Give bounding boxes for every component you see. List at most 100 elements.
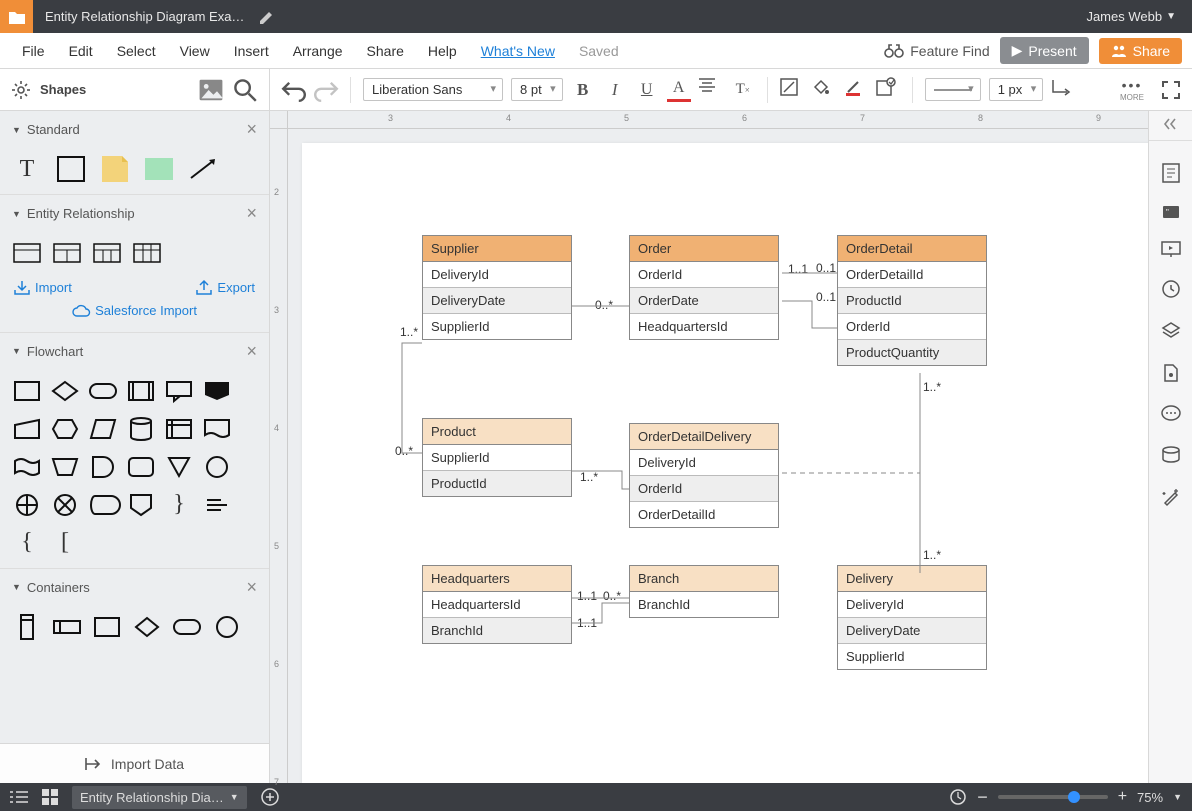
menu-share[interactable]: Share bbox=[355, 35, 416, 67]
fc-offpage2[interactable] bbox=[128, 492, 154, 518]
entity-supplier[interactable]: Supplier DeliveryId DeliveryDate Supplie… bbox=[422, 235, 572, 340]
panel-flowchart[interactable]: ▼Flowchart× bbox=[0, 332, 269, 370]
fc-brace-right[interactable]: } bbox=[166, 492, 192, 518]
bold-icon[interactable]: B bbox=[571, 78, 595, 102]
panel-entity-relationship[interactable]: ▼Entity Relationship× bbox=[0, 194, 269, 232]
canvas-viewport[interactable]: 1..* 0..* 0..* 1..1 0..1 0..1 1..* 1..1 … bbox=[288, 129, 1148, 783]
shape-er-1[interactable] bbox=[14, 240, 40, 266]
fc-circle[interactable] bbox=[204, 454, 230, 480]
comments-panel-icon[interactable]: " bbox=[1162, 205, 1180, 219]
cont-6[interactable] bbox=[214, 614, 240, 640]
entity-branch[interactable]: Branch BranchId bbox=[629, 565, 779, 618]
line-routing-icon[interactable] bbox=[1051, 78, 1075, 102]
shape-er-3[interactable] bbox=[94, 240, 120, 266]
align-icon[interactable] bbox=[699, 78, 723, 102]
import-link[interactable]: Import bbox=[14, 280, 72, 295]
menu-select[interactable]: Select bbox=[105, 35, 168, 67]
shape-text[interactable]: T bbox=[14, 156, 40, 182]
italic-icon[interactable]: I bbox=[603, 78, 627, 102]
present-panel-icon[interactable] bbox=[1161, 241, 1181, 257]
fc-note2[interactable] bbox=[204, 492, 230, 518]
shape-block[interactable] bbox=[146, 156, 172, 182]
layers-panel-icon[interactable] bbox=[1161, 321, 1181, 341]
outline-view-icon[interactable] bbox=[10, 790, 28, 804]
undo-icon[interactable] bbox=[282, 78, 306, 102]
entity-orderdetaildelivery[interactable]: OrderDetailDelivery DeliveryId OrderId O… bbox=[629, 423, 779, 528]
rename-icon[interactable] bbox=[260, 10, 274, 24]
present-button[interactable]: ▶Present bbox=[1000, 37, 1089, 64]
canvas-sheet[interactable]: 1..* 0..* 0..* 1..1 0..1 0..1 1..* 1..1 … bbox=[302, 143, 1148, 783]
close-icon[interactable]: × bbox=[246, 577, 257, 598]
fc-display[interactable] bbox=[90, 492, 116, 518]
fc-callout[interactable] bbox=[166, 378, 192, 404]
panel-containers[interactable]: ▼Containers× bbox=[0, 568, 269, 606]
entity-product[interactable]: Product SupplierId ProductId bbox=[422, 418, 572, 497]
font-size-select[interactable]: 8 pt bbox=[511, 78, 563, 101]
shape-box-icon[interactable] bbox=[780, 78, 804, 102]
chat-panel-icon[interactable] bbox=[1161, 405, 1181, 423]
fc-trapezoid[interactable] bbox=[52, 454, 78, 480]
shape-rect[interactable] bbox=[58, 156, 84, 182]
close-icon[interactable]: × bbox=[246, 119, 257, 140]
export-link[interactable]: Export bbox=[196, 280, 255, 295]
more-menu[interactable]: ••• MORE bbox=[1120, 77, 1144, 102]
fc-parallelogram[interactable] bbox=[90, 416, 116, 442]
zoom-value[interactable]: 75% bbox=[1137, 790, 1163, 805]
fc-brace-left[interactable]: { bbox=[14, 530, 40, 556]
line-color-icon[interactable] bbox=[844, 78, 868, 102]
menu-insert[interactable]: Insert bbox=[222, 35, 281, 67]
line-weight-select[interactable]: 1 px bbox=[989, 78, 1044, 101]
shape-style-icon[interactable] bbox=[876, 78, 900, 102]
menu-edit[interactable]: Edit bbox=[57, 35, 105, 67]
salesforce-import-link[interactable]: Salesforce Import bbox=[72, 303, 197, 318]
share-button[interactable]: Share bbox=[1099, 38, 1182, 64]
notes-panel-icon[interactable] bbox=[1162, 163, 1180, 183]
fc-internal[interactable] bbox=[166, 416, 192, 442]
fill-icon[interactable] bbox=[812, 78, 836, 102]
zoom-in-icon[interactable]: + bbox=[1118, 788, 1127, 806]
feature-find[interactable]: Feature Find bbox=[884, 43, 989, 59]
fc-decision[interactable] bbox=[52, 378, 78, 404]
underline-icon[interactable]: U bbox=[635, 78, 659, 102]
fc-document[interactable] bbox=[204, 416, 230, 442]
zoom-out-icon[interactable]: − bbox=[977, 787, 988, 808]
shape-er-2[interactable] bbox=[54, 240, 80, 266]
fc-triangle[interactable] bbox=[166, 454, 192, 480]
close-icon[interactable]: × bbox=[246, 203, 257, 224]
panel-standard[interactable]: ▼Standard× bbox=[0, 111, 269, 148]
menu-help[interactable]: Help bbox=[416, 35, 469, 67]
gear-icon[interactable] bbox=[12, 81, 30, 99]
cont-4[interactable] bbox=[134, 614, 160, 640]
fc-manual[interactable] bbox=[14, 416, 40, 442]
magic-panel-icon[interactable] bbox=[1161, 487, 1181, 507]
shape-arrow[interactable] bbox=[190, 156, 216, 182]
data-panel-icon[interactable] bbox=[1161, 445, 1181, 465]
close-icon[interactable]: × bbox=[246, 341, 257, 362]
shape-er-4[interactable] bbox=[134, 240, 160, 266]
user-menu[interactable]: James Webb▼ bbox=[1070, 9, 1192, 24]
fc-process[interactable] bbox=[14, 378, 40, 404]
page-tab[interactable]: Entity Relationship Dia…▼ bbox=[72, 786, 247, 809]
canvas-area[interactable]: 3 4 5 6 7 8 9 2 3 4 5 6 7 bbox=[270, 111, 1148, 783]
page-panel-icon[interactable] bbox=[1163, 363, 1179, 383]
search-icon[interactable] bbox=[233, 78, 257, 102]
collapse-rail-icon[interactable] bbox=[1149, 117, 1192, 141]
fc-tape[interactable] bbox=[14, 454, 40, 480]
history-panel-icon[interactable] bbox=[1161, 279, 1181, 299]
shape-note[interactable] bbox=[102, 156, 128, 182]
fc-database[interactable] bbox=[128, 416, 154, 442]
entity-delivery[interactable]: Delivery DeliveryId DeliveryDate Supplie… bbox=[837, 565, 987, 670]
fc-bracket[interactable]: [ bbox=[52, 530, 78, 556]
menu-view[interactable]: View bbox=[168, 35, 222, 67]
cont-2[interactable] bbox=[54, 614, 80, 640]
fc-hex[interactable] bbox=[52, 416, 78, 442]
sync-icon[interactable] bbox=[949, 788, 967, 806]
entity-headquarters[interactable]: Headquarters HeadquartersId BranchId bbox=[422, 565, 572, 644]
entity-order[interactable]: Order OrderId OrderDate HeadquartersId bbox=[629, 235, 779, 340]
fc-sum[interactable] bbox=[14, 492, 40, 518]
fc-or[interactable] bbox=[52, 492, 78, 518]
image-icon[interactable] bbox=[199, 78, 223, 102]
cont-5[interactable] bbox=[174, 614, 200, 640]
fc-terminator[interactable] bbox=[90, 378, 116, 404]
text-color-icon[interactable]: A bbox=[667, 78, 691, 102]
